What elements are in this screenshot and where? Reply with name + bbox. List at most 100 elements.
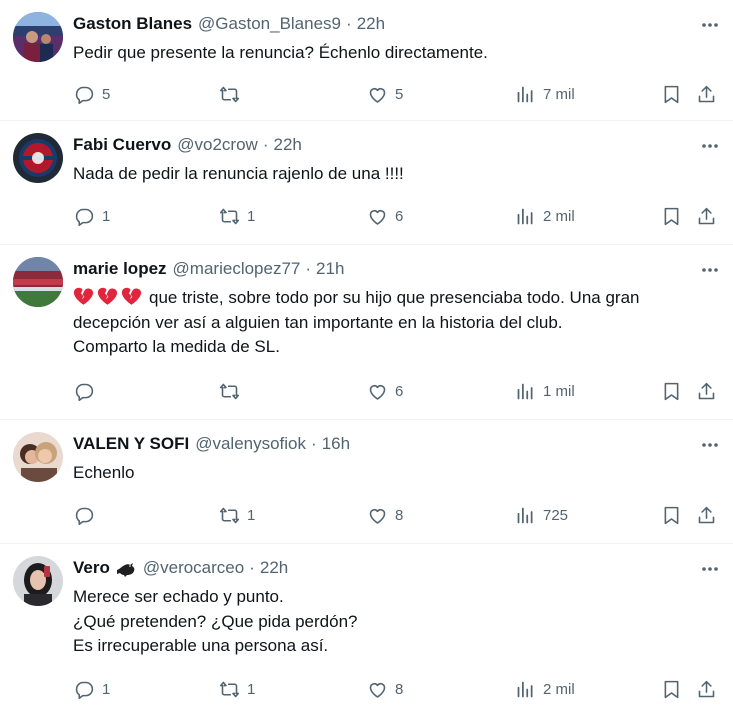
retweet-button[interactable]: 1 [219,502,255,528]
bookmark-button[interactable] [661,502,682,528]
retweet-count: 1 [247,680,256,698]
views-count: 2 mil [543,680,575,698]
timestamp[interactable]: 22h [273,135,301,155]
like-icon [369,508,386,524]
more-icon[interactable] [697,432,723,458]
views-button[interactable]: 2 mil [515,676,575,702]
reply-button[interactable] [74,502,102,528]
broken-heart-icon [73,287,94,305]
separator: · [249,558,255,577]
views-count: 7 mil [543,85,575,103]
retweet-icon [219,507,240,523]
like-count: 5 [395,85,404,103]
views-icon [517,383,533,399]
avatar[interactable] [13,556,63,606]
bookmark-button[interactable] [661,203,682,229]
author-handle[interactable]: @Gaston_Blanes9 [198,14,341,34]
retweet-count: 1 [247,207,256,225]
reply-button[interactable] [74,378,102,404]
tweet[interactable]: Gaston Blanes @Gaston_Blanes9 · 22h Pedi… [0,0,733,121]
share-icon [698,680,715,697]
share-button[interactable] [696,81,717,107]
share-button[interactable] [696,502,717,528]
more-icon[interactable] [697,12,723,38]
tweet[interactable]: Fabi Cuervo @vo2crow · 22h Nada de pedir… [0,121,733,245]
timestamp[interactable]: 22h [260,558,288,578]
like-button[interactable]: 6 [367,378,403,404]
tweet-header: Gaston Blanes @Gaston_Blanes9 · 22h [73,13,385,35]
reply-button[interactable]: 1 [74,676,110,702]
views-count: 1 mil [543,382,575,400]
tweet[interactable]: VALEN Y SOFI @valenysofiok · 16h Echenlo… [0,420,733,544]
like-button[interactable]: 8 [367,676,403,702]
reply-button[interactable]: 5 [74,81,110,107]
views-button[interactable]: 725 [515,502,568,528]
broken-heart-icon [121,287,142,305]
avatar[interactable] [13,257,63,307]
author-name[interactable]: Gaston Blanes [73,14,192,34]
timestamp[interactable]: 22h [357,14,385,34]
like-count: 8 [395,680,404,698]
avatar[interactable] [13,133,63,183]
broken-heart-icon [97,287,118,305]
views-button[interactable]: 1 mil [515,378,575,404]
tweet-header: Fabi Cuervo @vo2crow · 22h [73,134,302,156]
tweet-header: marie lopez @marieclopez77 · 21h [73,258,344,280]
retweet-count: 1 [247,506,256,524]
retweet-button[interactable] [219,81,247,107]
retweet-button[interactable] [219,378,247,404]
more-icon[interactable] [697,257,723,283]
retweet-icon [219,383,240,399]
share-button[interactable] [696,203,717,229]
tweet-text-line: Pedir que presente la renuncia? Échenlo … [73,43,488,62]
views-button[interactable]: 2 mil [515,203,575,229]
bookmark-icon [664,207,679,225]
tweet-text: Echenlo [73,461,721,486]
tweet-actions: 6 1 mil [74,378,721,404]
author-name[interactable]: marie lopez [73,259,167,279]
like-icon [369,209,386,225]
like-button[interactable]: 5 [367,81,403,107]
views-icon [517,208,533,224]
views-button[interactable]: 7 mil [515,81,575,107]
tweet-actions: 1 8 725 [74,502,721,528]
retweet-button[interactable]: 1 [219,676,255,702]
author-handle[interactable]: @marieclopez77 [173,259,301,279]
retweet-button[interactable]: 1 [219,203,255,229]
separator: · [311,434,317,453]
avatar[interactable] [13,12,63,62]
more-icon[interactable] [697,556,723,582]
bookmark-button[interactable] [661,81,682,107]
tweet-actions: 5 5 7 mil [74,81,721,107]
bookmark-button[interactable] [661,676,682,702]
author-handle[interactable]: @valenysofiok [195,434,306,454]
share-icon [698,506,715,523]
timestamp[interactable]: 16h [322,434,350,454]
like-button[interactable]: 6 [367,203,403,229]
tweet[interactable]: marie lopez @marieclopez77 · 21h que tri… [0,245,733,420]
author-name[interactable]: Vero [73,558,110,578]
retweet-icon [219,208,240,224]
more-icon[interactable] [697,133,723,159]
tweet-actions: 1 1 6 2 mil [74,203,721,229]
timestamp[interactable]: 21h [316,259,344,279]
tweet-text-line: Es irrecuperable una persona así. [73,636,329,655]
like-button[interactable]: 8 [367,502,403,528]
bookmark-button[interactable] [661,378,682,404]
bird-icon [115,558,137,578]
reply-button[interactable]: 1 [74,203,110,229]
tweet-header: VALEN Y SOFI @valenysofiok · 16h [73,433,350,455]
tweet-text: que triste, sobre todo por su hijo que p… [73,286,721,360]
author-name[interactable]: Fabi Cuervo [73,135,171,155]
views-icon [517,86,533,102]
avatar[interactable] [13,432,63,482]
tweet[interactable]: Vero @verocarceo · 22h Merece ser echado… [0,544,733,707]
author-handle[interactable]: @vo2crow [177,135,258,155]
author-name[interactable]: VALEN Y SOFI [73,434,189,454]
share-button[interactable] [696,676,717,702]
share-icon [698,85,715,102]
like-icon [369,384,386,400]
share-button[interactable] [696,378,717,404]
retweet-icon [219,681,240,697]
author-handle[interactable]: @verocarceo [143,558,244,578]
